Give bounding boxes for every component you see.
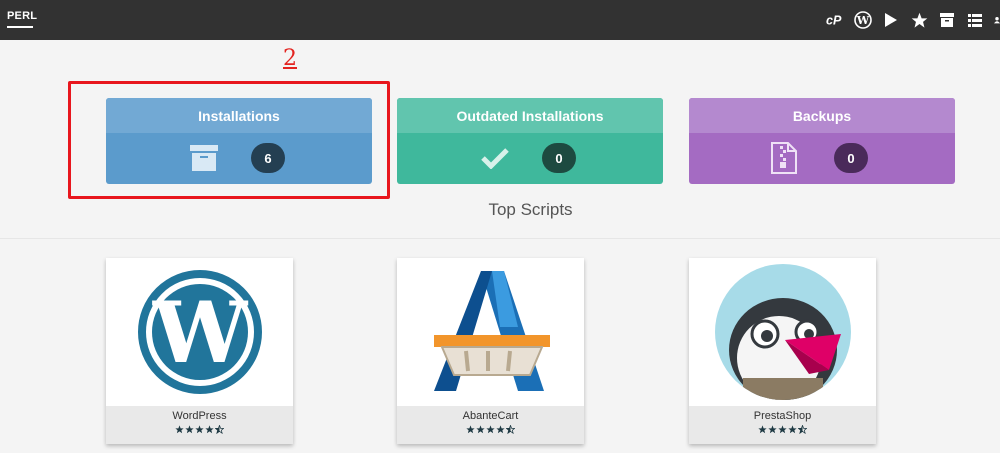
star-icon [486,425,495,434]
prestashop-logo [689,258,876,406]
half-star-icon [215,425,224,434]
script-name: PrestaShop [753,410,812,422]
outdated-installations-card[interactable]: Outdated Installations 0 [397,98,663,184]
backups-card[interactable]: Backups 0 [689,98,955,184]
wordpress-icon[interactable]: W [854,11,872,29]
star-icon[interactable] [910,11,928,29]
abantecart-logo [397,258,584,406]
star-rating [689,425,876,434]
star-icon [195,425,204,434]
star-icon [496,425,505,434]
archive-box-icon [189,143,219,173]
section-divider [0,238,1000,239]
zip-file-icon [769,142,799,174]
backups-title: Backups [689,98,955,133]
half-star-icon [798,425,807,434]
user-icon[interactable] [994,11,1000,29]
star-icon [778,425,787,434]
annotation-number: 2 [283,46,297,71]
installations-count: 6 [251,143,285,173]
svg-text:W: W [151,283,248,382]
installations-card[interactable]: Installations 6 [106,98,372,184]
star-icon [175,425,184,434]
menu-perl[interactable]: PERL [7,10,37,22]
star-icon [758,425,767,434]
list-icon[interactable] [966,11,984,29]
archive-icon[interactable] [938,11,956,29]
cpanel-icon[interactable]: cP [826,11,844,29]
star-icon [205,425,214,434]
script-name: WordPress [172,410,227,422]
wordpress-logo: W [106,258,293,406]
half-star-icon [506,425,515,434]
outdated-installations-title: Outdated Installations [397,98,663,133]
play-icon[interactable] [882,11,900,29]
star-rating [106,425,293,434]
star-icon [476,425,485,434]
star-rating [397,425,584,434]
star-icon [788,425,797,434]
backups-count: 0 [834,143,868,173]
script-card-prestashop[interactable]: PrestaShop [689,258,876,444]
checkmark-icon [480,143,510,173]
star-icon [185,425,194,434]
top-bar: PERL cP W [0,0,1000,40]
menu-perl-underline [7,26,33,28]
outdated-installations-count: 0 [542,143,576,173]
script-card-abantecart[interactable]: AbanteCart [397,258,584,444]
script-name: AbanteCart [462,410,519,422]
star-icon [466,425,475,434]
svg-text:cP: cP [826,14,842,28]
svg-text:W: W [856,14,870,27]
topbar-icons: cP W [826,0,1000,40]
installations-title: Installations [106,98,372,133]
star-icon [768,425,777,434]
top-scripts-heading: Top Scripts [488,200,573,219]
script-card-wordpress[interactable]: W WordPress [106,258,293,444]
